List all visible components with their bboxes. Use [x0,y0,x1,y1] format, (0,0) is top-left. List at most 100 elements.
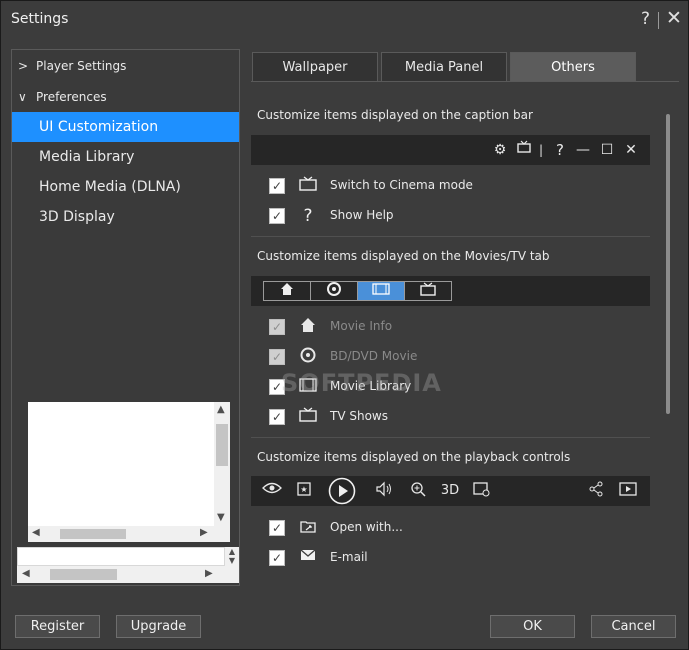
scroll-right-icon[interactable]: ▶ [200,527,208,538]
gear-icon: ⚙ [493,142,507,158]
nav-group-preferences[interactable]: ∨ Preferences [12,82,239,112]
item-label: Show Help [330,208,394,222]
tab-media-panel[interactable]: Media Panel [381,52,507,82]
chevron-down-icon: ∨ [18,90,27,104]
help-icon: ? [556,141,564,159]
tv-shows-checkbox[interactable]: ✓ [269,409,285,425]
window-title: Settings [11,11,69,27]
home-icon [263,281,311,301]
scroll-up-icon[interactable]: ▲ [217,404,225,415]
item-label: Open with... [330,520,403,534]
preview-horizontal-scrollbar[interactable]: ◀ ▶ [28,526,214,542]
tv-icon [404,281,452,301]
tab-wallpaper[interactable]: Wallpaper [252,52,378,82]
play-icon [328,477,356,505]
preview-vertical-scrollbar[interactable]: ▲ ▼ [214,402,230,526]
bar-separator: | [538,143,544,157]
help-icon: ? [303,206,313,226]
title-separator [658,12,659,29]
svg-text:★: ★ [300,485,307,494]
bd-dvd-movie-checkbox: ✓ [269,349,285,365]
settings-window: Settings ? ✕ > Player Settings ∨ Prefere… [0,0,689,650]
settings-nav-panel: > Player Settings ∨ Preferences UI Custo… [11,49,240,586]
spin-stepper[interactable]: ▲ ▼ [225,547,239,566]
show-help-checkbox[interactable]: ✓ [269,208,285,224]
input-horizontal-scrollbar[interactable]: ◀ ▶ [17,566,239,583]
item-label: BD/DVD Movie [330,349,418,363]
upgrade-button[interactable]: Upgrade [116,615,201,638]
disc-icon [310,281,358,301]
scroll-left-icon[interactable]: ◀ [32,527,40,538]
list-item[interactable]: ✓ Open with... [269,517,649,539]
movies-section-title: Customize items displayed on the Movies/… [257,249,550,263]
list-item[interactable]: ✓ E-mail [269,547,649,569]
list-item[interactable]: ✓ Switch to Cinema mode [269,175,649,197]
title-bar: Settings ? ✕ [1,1,688,39]
item-label: TV Shows [330,409,388,423]
minimize-icon: — [576,142,590,158]
open-with-checkbox[interactable]: ✓ [269,520,285,536]
ok-button[interactable]: OK [490,615,575,638]
close-icon: ✕ [625,142,637,158]
3d-icon: 3D [440,483,460,498]
tab-divider [251,81,679,82]
home-icon [298,317,318,337]
others-content: Customize items displayed on the caption… [251,96,661,578]
scroll-right-icon[interactable]: ▶ [205,568,213,579]
item-label: Movie Info [330,319,393,333]
section-divider [251,437,650,438]
help-icon[interactable]: ? [641,9,650,29]
preview-input-field[interactable] [17,547,225,566]
caption-section-title: Customize items displayed on the caption… [257,108,533,122]
tv-icon [515,140,533,160]
list-item: ✓ Movie Info [269,316,649,338]
zoom-icon [408,481,428,501]
preview-area [28,402,214,526]
cinema-mode-checkbox[interactable]: ✓ [269,178,285,194]
nav-item-home-media[interactable]: Home Media (DLNA) [12,172,239,202]
list-item[interactable]: ✓ ? Show Help [269,205,649,227]
chevron-right-icon: > [18,59,29,73]
item-label: Switch to Cinema mode [330,178,473,192]
film-icon [357,281,405,301]
tv-icon [298,176,318,196]
scroll-thumb[interactable] [216,424,228,466]
playback-section-title: Customize items displayed on the playbac… [257,450,571,464]
cancel-button[interactable]: Cancel [591,615,676,638]
scroll-thumb[interactable] [50,569,117,580]
movie-info-checkbox: ✓ [269,319,285,335]
register-button[interactable]: Register [15,615,100,638]
open-folder-icon [298,518,318,538]
nav-group-label: Preferences [36,90,107,104]
settings-display-icon [472,481,492,501]
disc-icon [298,347,318,367]
item-label: E-mail [330,550,368,564]
content-scrollbar[interactable] [666,114,670,414]
caption-bar-preview: ⚙ | ? — ☐ ✕ [251,135,650,165]
scroll-down-icon[interactable]: ▼ [217,512,225,523]
tab-others[interactable]: Others [510,52,636,82]
nav-item-media-library[interactable]: Media Library [12,142,239,172]
volume-icon [374,481,394,501]
bookmark-icon: ★ [294,481,314,501]
eye-icon [262,481,282,501]
maximize-icon: ☐ [600,142,614,158]
nav-group-label: Player Settings [36,59,127,73]
nav-item-ui-customization[interactable]: UI Customization [12,112,239,142]
email-checkbox[interactable]: ✓ [269,550,285,566]
scroll-corner [214,526,230,542]
playback-controls-preview: ★ 3D [251,476,650,506]
screen-play-icon [618,481,638,501]
nav-item-3d-display[interactable]: 3D Display [12,202,239,232]
tv-icon [298,407,318,427]
close-icon[interactable]: ✕ [666,7,682,29]
movies-tab-preview [251,276,650,306]
scroll-left-icon[interactable]: ◀ [22,568,30,579]
list-item: ✓ BD/DVD Movie [269,346,649,368]
list-item[interactable]: ✓ TV Shows [269,406,649,428]
mail-icon [298,548,318,568]
scroll-thumb[interactable] [60,529,126,539]
section-divider [251,236,650,237]
nav-group-player-settings[interactable]: > Player Settings [12,51,239,81]
share-icon [586,481,606,501]
